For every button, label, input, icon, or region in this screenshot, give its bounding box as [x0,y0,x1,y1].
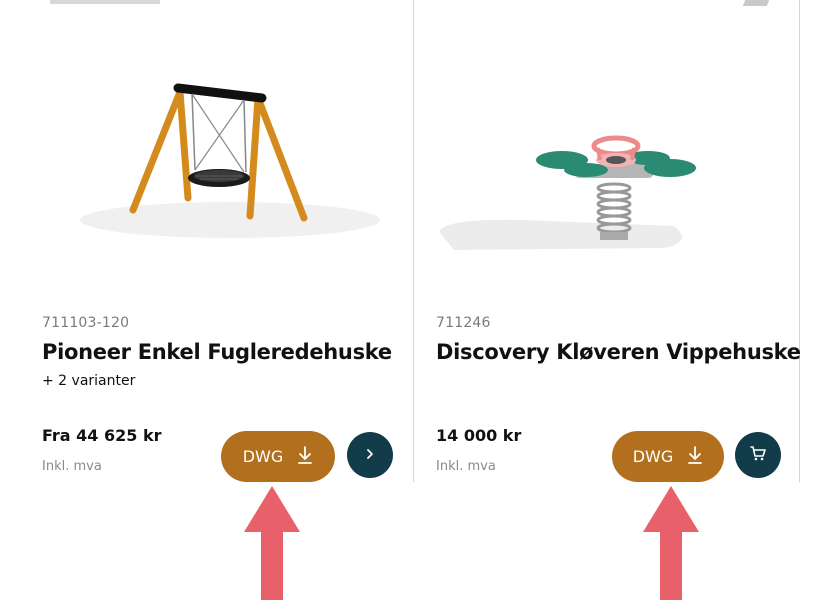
download-icon [297,445,313,469]
dwg-download-button[interactable]: DWG [221,431,335,482]
chevron-right-icon [363,446,377,465]
product-price: 14 000 kr [436,426,522,445]
product-image[interactable] [0,20,412,290]
product-price: Fra 44 625 kr [42,426,162,445]
download-icon [687,445,703,469]
product-sku: 711103-120 [42,315,130,331]
card-top-edge [742,0,770,6]
dwg-label: DWG [242,447,284,466]
cart-icon [749,444,767,466]
card-top-edge [50,0,160,4]
add-to-cart-button[interactable] [735,432,781,478]
annotation-arrow-up-icon [244,486,300,600]
product-image[interactable] [414,20,799,290]
dwg-label: DWG [632,447,674,466]
product-title[interactable]: Discovery Kløveren Vippehuske [436,340,801,364]
product-variants: + 2 varianter [42,373,136,389]
price-vat-note: Inkl. mva [42,459,102,474]
product-title[interactable]: Pioneer Enkel Fugleredehuske [42,340,392,364]
annotation-arrow-up-icon [643,486,699,600]
view-product-button[interactable] [347,432,393,478]
product-card[interactable]: 711246 Discovery Kløveren Vippehuske 14 … [413,0,801,482]
dwg-download-button[interactable]: DWG [612,431,724,482]
price-vat-note: Inkl. mva [436,459,496,474]
product-card[interactable]: 711103-120 Pioneer Enkel Fugleredehuske … [0,0,412,482]
product-sku: 711246 [436,315,491,331]
